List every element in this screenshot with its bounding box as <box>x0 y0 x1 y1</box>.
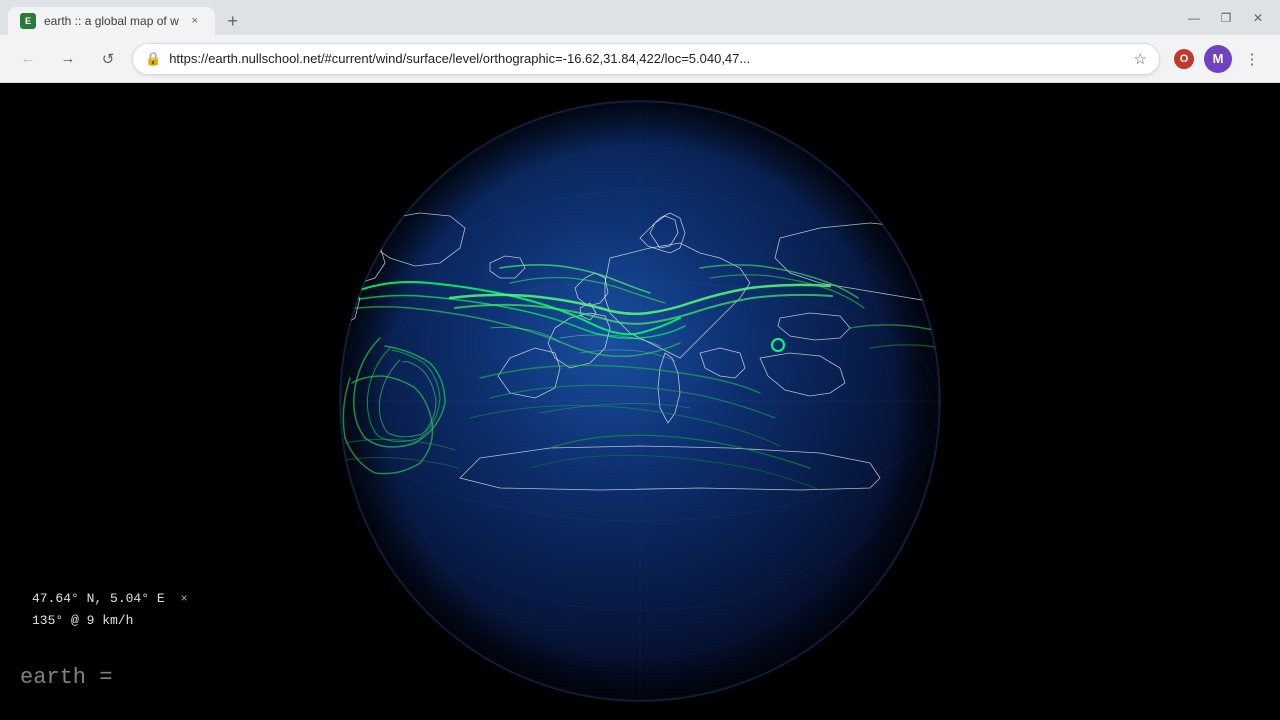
minimize-button[interactable]: — <box>1180 4 1208 32</box>
menu-button[interactable]: ⋮ <box>1236 43 1268 75</box>
tab-strip: E earth :: a global map of w × + <box>8 0 1180 35</box>
tooltip-coordinates: 47.64° N, 5.04° E × <box>32 588 188 610</box>
new-tab-button[interactable]: + <box>219 7 247 35</box>
tooltip-close-button[interactable]: × <box>180 589 187 609</box>
maximize-button[interactable]: ❐ <box>1212 4 1240 32</box>
extension-button[interactable]: O <box>1168 43 1200 75</box>
profile-button[interactable]: M <box>1204 45 1232 73</box>
url-text: https://earth.nullschool.net/#current/wi… <box>169 51 1125 66</box>
location-tooltip: 47.64° N, 5.04° E × 135° @ 9 km/h <box>20 580 200 640</box>
browser-frame: E earth :: a global map of w × + — ❐ ✕ ←… <box>0 0 1280 720</box>
location-pin <box>771 338 785 352</box>
globe-container[interactable]: 47.64° N, 5.04° E × 135° @ 9 km/h earth … <box>0 83 1280 720</box>
active-tab[interactable]: E earth :: a global map of w × <box>8 7 215 35</box>
extension-icon: O <box>1174 49 1194 69</box>
window-controls: — ❐ ✕ <box>1180 4 1272 32</box>
tab-favicon: E <box>20 13 36 29</box>
bookmark-icon[interactable]: ☆ <box>1134 50 1147 68</box>
reload-button[interactable]: ↺ <box>92 43 124 75</box>
address-bar[interactable]: 🔒 https://earth.nullschool.net/#current/… <box>132 43 1160 75</box>
tab-title: earth :: a global map of w <box>44 14 179 28</box>
close-window-button[interactable]: ✕ <box>1244 4 1272 32</box>
coordinates-text: 47.64° N, 5.04° E <box>32 591 165 606</box>
toolbar: ← → ↺ 🔒 https://earth.nullschool.net/#cu… <box>0 35 1280 83</box>
title-bar: E earth :: a global map of w × + — ❐ ✕ <box>0 0 1280 35</box>
forward-button[interactable]: → <box>52 43 84 75</box>
tab-close-button[interactable]: × <box>187 13 203 29</box>
content-area[interactable]: 47.64° N, 5.04° E × 135° @ 9 km/h earth … <box>0 83 1280 720</box>
toolbar-icons: O M ⋮ <box>1168 43 1268 75</box>
back-button[interactable]: ← <box>12 43 44 75</box>
earth-label: earth = <box>20 665 112 690</box>
lock-icon: 🔒 <box>145 51 161 67</box>
tooltip-wind-info: 135° @ 9 km/h <box>32 610 188 632</box>
